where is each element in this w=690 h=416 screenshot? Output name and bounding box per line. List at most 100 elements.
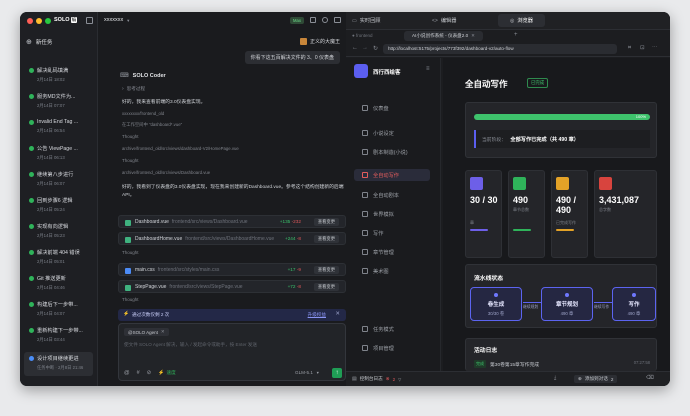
task-item[interactable]: 实现有向逻辑 2月14日 05:23 [24,220,93,244]
upgrade-link[interactable]: 升级权益 [308,312,326,318]
close-window-button[interactable] [27,18,33,24]
new-task-button[interactable]: ⊕ 新任务 [26,38,52,46]
nav-item-projects[interactable]: 项目管理 [354,342,430,354]
nav-item-chapters[interactable]: 章节管理 [354,246,430,258]
view-changes-button[interactable]: 查看变更 [313,283,339,291]
sidebar-toggle-icon[interactable] [86,17,93,24]
history-icon[interactable] [322,17,328,23]
tab-editor[interactable]: <> 编辑器 [432,17,456,25]
hash-icon[interactable]: # [137,370,140,376]
console-log-toggle[interactable]: ▤ 控制台日志 ⊗ 2 ▽ [352,376,401,382]
task-time: 2月14日 06:13 [37,155,65,160]
page-tab[interactable]: AI小说创作系统 - 仪表盘2.0 ✕ [404,31,483,41]
collapse-icon[interactable]: ⤓ [554,375,556,381]
menu-icon[interactable]: ≡ [426,66,430,72]
vue-file-icon [125,236,131,243]
task-title: Invalid End Tag ... [37,119,79,125]
monitor-icon: ▭ [352,17,357,24]
thinking-toggle[interactable]: › 思考过程 [122,86,145,92]
nav-item-art[interactable]: 美术图 [354,265,430,277]
mode-selector[interactable]: ⚡ 速度 [158,370,175,376]
thought-label: Thought [122,158,139,163]
task-item[interactable]: 继续第八步进行 2月14日 06:07 [24,168,93,192]
at-icon[interactable]: @ [124,370,130,376]
task-time: 2月14日 03:44 [37,337,65,342]
nav-label: 项目管理 [373,346,394,352]
nav-label: 仪表盘 [373,106,389,112]
task-item[interactable]: 解决前端 404 错误 2月14日 05:01 [24,246,93,270]
task-item[interactable]: 构建后下一步带... 2月14日 04:07 [24,298,93,322]
nav-item-world-sim[interactable]: 世界模拟 [354,208,430,220]
task-title: 设计项目继续更进 [37,356,79,362]
read-file[interactable]: archive/frontend_old/src/views/dashboard… [122,146,239,151]
view-changes-button[interactable]: 查看变更 [313,235,339,243]
nav-item-novel-settings[interactable]: 小说设定 [354,127,430,139]
nav-item-task-mode[interactable]: 任务模式 [354,323,430,335]
pipeline-step-writing[interactable]: 写作 490 章 [612,287,656,321]
chat-input-box[interactable]: @SOLO Agent ✕ 使文件 SOLO Agent 解决，输入 / 发起命… [118,323,346,381]
view-changes-button[interactable]: 查看变更 [313,218,339,226]
task-item[interactable]: 回到步骤6 逻辑 2月14日 05:24 [24,194,93,218]
screenshot-icon[interactable]: ⌗ [628,45,631,52]
code-view-icon[interactable] [310,17,316,23]
pipeline-step-volumes[interactable]: 卷生成 30/30 卷 [470,287,522,321]
task-item[interactable]: 服务MD文件为... 2月14日 07:07 [24,90,93,114]
task-item[interactable]: Invalid End Tag ... 2月14日 06:54 [24,116,93,140]
add-to-chat-button[interactable]: ⊕ 添加到对话 2 [574,375,618,383]
page-title: 全自动写作 [465,79,508,89]
page-content: 全自动写作 已完成 100% 当前阶段： 全部写作已完成（共 490 章） 30… [443,58,670,371]
nav-item-write[interactable]: 写作 [354,227,430,239]
script-icon [362,149,368,155]
panel-toggle-icon[interactable] [334,17,341,23]
minimize-window-button[interactable] [36,18,42,24]
inspect-icon[interactable]: ⊡ [640,45,645,51]
project-selector[interactable]: xxxxxxx ▼ [104,17,130,23]
nav-item-script[interactable]: 剧本制造(小说) [354,146,430,158]
task-item[interactable]: Git 推送更新 2月14日 04:46 [24,272,93,296]
trash-icon[interactable]: ⌫ [646,375,654,381]
nav-item-auto-write[interactable]: 全自动写作 [354,169,430,181]
step-name: 章节规划 [555,302,578,308]
stat-volumes: 30 / 30 章 [465,170,502,258]
read-file[interactable]: archive/frontend_old/src/views/Dashboard… [122,170,210,175]
view-changes-button[interactable]: 查看变更 [313,266,339,274]
nav-item-auto-script[interactable]: 全自动剧本 [354,189,430,201]
maximize-window-button[interactable] [45,18,51,24]
task-item[interactable]: 解决乱码填满 2月14日 18:02 [24,64,93,88]
changed-file[interactable]: main.css frontend/src/styles/main.css +17 … [118,263,346,276]
back-icon[interactable]: ← [352,45,358,51]
more-icon[interactable]: ⋯ [652,45,658,51]
task-item-active[interactable]: 设计项目继续更进 任务中断 · 2月8日 21:46 [24,352,93,376]
send-button[interactable]: ↑ [332,368,342,378]
changed-file[interactable]: DashboardHome.vue frontend/src/views/Dash… [118,232,346,245]
close-icon[interactable]: ✕ [161,329,165,335]
agent-header: ⌨ SOLO Coder [120,72,166,80]
changed-file[interactable]: StepPage.vue frontend/src/views/StepPage.… [118,280,346,293]
task-title: Git 推送更新 [37,276,66,282]
nav-item-dashboard[interactable]: 仪表盘 [354,102,430,114]
agent-mention-tag[interactable]: @SOLO Agent ✕ [124,328,169,336]
pipeline-step-planning[interactable]: 章节规划 490 章 [541,287,593,321]
globe-icon [362,211,368,217]
browser-tabbar: ● frontend AI小说创作系统 - 仪表盘2.0 ✕ + [346,30,670,42]
new-tab-icon[interactable]: + [514,32,518,38]
attach-icon[interactable]: ⊘ [147,370,152,376]
frontend-tab[interactable]: ● frontend [352,33,372,38]
model-selector[interactable]: GLM-5.1 ▼ [295,370,320,375]
forward-icon[interactable]: → [362,45,368,51]
tab-live-review[interactable]: ▭ 实时回顾 [352,17,381,25]
task-item[interactable]: 公告 ViewPage ... 2月14日 06:13 [24,142,93,166]
chat-input[interactable]: 使文件 SOLO Agent 解决，输入 / 发起命令或助手，按 Enter 发… [124,342,257,348]
task-title: 重新构建下一步带... [37,328,83,334]
address-bar: ← → ↻ http://localhost:5175/projects/773… [346,42,670,57]
step-count: 490 章 [560,311,574,316]
changed-file[interactable]: Dashboard.vue frontend/src/views/Dashboar… [118,215,346,228]
url-input[interactable]: http://localhost:5175/projects/773f392/d… [383,44,617,54]
close-icon[interactable]: ✕ [471,33,475,39]
task-item[interactable]: 重新构建下一步带... 2月14日 03:44 [24,324,93,348]
vue-file-icon [125,284,131,291]
close-icon[interactable]: ✕ [335,311,340,317]
image-icon [362,268,368,274]
refresh-icon[interactable]: ↻ [373,45,378,52]
tab-browser[interactable]: ◎ 浏览器 [498,14,545,27]
